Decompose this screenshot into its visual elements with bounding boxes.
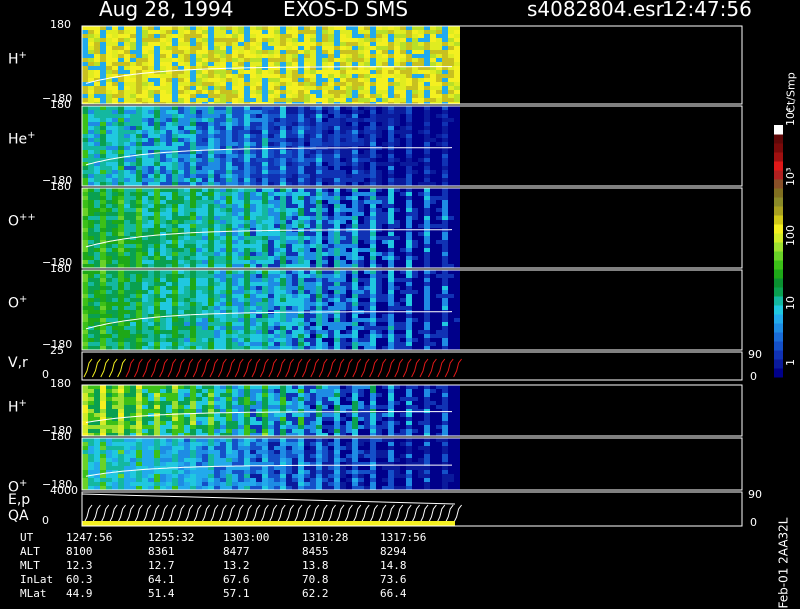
panel-7-right-bottom: 0	[750, 516, 757, 529]
ephemeris-InLat-4: 73.6	[380, 573, 407, 586]
ephemeris-MLat-3: 62.2	[302, 587, 329, 600]
colorbar-swatch-7	[774, 305, 783, 315]
spectrogram-3-cells	[82, 270, 460, 350]
colorbar-swatch-26	[774, 134, 783, 144]
ephemeris-ALT-4: 8294	[380, 545, 407, 558]
colorbar-swatch-21	[774, 179, 783, 189]
ephemeris-MLat-2: 57.1	[223, 587, 250, 600]
colorbar-swatch-2	[774, 350, 783, 360]
ephemeris-ALT-0: 8100	[66, 545, 93, 558]
colorbar-swatch-12	[774, 260, 783, 270]
colorbar-swatch-14	[774, 242, 783, 252]
ephemeris-UT-1: 1255:32	[148, 531, 194, 544]
panel-7-ytick-bottom: 0	[42, 514, 49, 527]
colorbar-swatch-15	[774, 233, 783, 243]
panel-label-7: E,p	[8, 492, 30, 508]
ephemeris-MLat-1: 51.4	[148, 587, 175, 600]
panel-4-ytick-bottom: 0	[42, 368, 49, 381]
panel-label-5: H+	[8, 398, 27, 416]
panel-label-1: He+	[8, 130, 36, 148]
ephemeris-MLT-2: 13.2	[223, 559, 250, 572]
ephemeris-label-MLat: MLat	[20, 587, 47, 600]
ephemeris-ALT-3: 8455	[302, 545, 329, 558]
spectrogram-2-cells	[82, 188, 460, 268]
ephemeris-MLat-4: 66.4	[380, 587, 407, 600]
spectrogram-0-cells	[82, 26, 460, 104]
ephemeris-InLat-0: 60.3	[66, 573, 93, 586]
colorbar-swatch-18	[774, 206, 783, 216]
ephemeris-InLat-3: 70.8	[302, 573, 329, 586]
panel-6-ytick-top: 180	[50, 430, 71, 443]
ephemeris-InLat-2: 67.6	[223, 573, 250, 586]
ephemeris-MLT-4: 14.8	[380, 559, 407, 572]
colorbar-swatch-1	[774, 359, 783, 369]
panel-label-4: V,r	[8, 355, 28, 371]
panel-label-3: O+	[8, 294, 27, 312]
ephemeris-UT-3: 1310:28	[302, 531, 348, 544]
ephemeris-InLat-1: 64.1	[148, 573, 175, 586]
colorbar-swatch-6	[774, 314, 783, 324]
ephemeris-UT-4: 1317:56	[380, 531, 426, 544]
colorbar-swatch-22	[774, 170, 783, 180]
panel-label-2: O++	[8, 212, 36, 230]
line-panel-7-marks	[84, 505, 462, 523]
colorbar-swatch-4	[774, 332, 783, 342]
colorbar-tick-4: 10⁴	[784, 108, 797, 126]
colorbar-swatch-5	[774, 323, 783, 333]
colorbar-swatch-16	[774, 224, 783, 234]
line-panel-4-marks	[84, 359, 462, 377]
ephemeris-UT-2: 1303:00	[223, 531, 269, 544]
panel-5-ytick-top: 180	[50, 377, 71, 390]
panel-2-ytick-top: 180	[50, 180, 71, 193]
colorbar-tick-3: 10³	[784, 168, 797, 186]
colorbar-swatch-27	[774, 125, 783, 135]
colorbar-swatch-8	[774, 296, 783, 306]
panel-7-right-top: 90	[748, 488, 762, 501]
colorbar-swatch-17	[774, 215, 783, 225]
ephemeris-ALT-2: 8477	[223, 545, 250, 558]
panel-3-ytick-top: 180	[50, 262, 71, 275]
colorbar-swatch-9	[774, 287, 783, 297]
colorbar-swatch-19	[774, 197, 783, 207]
energy-trace	[82, 494, 455, 504]
colorbar-swatch-23	[774, 161, 783, 171]
panel-4-right-bottom: 0	[750, 370, 757, 383]
panel-4-right-top: 90	[748, 348, 762, 361]
ephemeris-MLat-0: 44.9	[66, 587, 93, 600]
panel-4-ytick-top: 25	[50, 344, 64, 357]
spectrogram-6-cells	[82, 438, 460, 490]
panel-label-0: H+	[8, 50, 27, 68]
ephemeris-ALT-1: 8361	[148, 545, 175, 558]
ephemeris-MLT-1: 12.7	[148, 559, 175, 572]
ephemeris-label-UT: UT	[20, 531, 33, 544]
colorbar-swatch-11	[774, 269, 783, 279]
colorbar-unit-label: Ct/Smp	[785, 72, 797, 112]
colorbar-swatch-24	[774, 152, 783, 162]
panel-label-7-qa: QA	[8, 508, 29, 524]
colorbar-tick-2: 100	[784, 225, 797, 246]
ephemeris-UT-0: 1247:56	[66, 531, 112, 544]
panel-1-ytick-top: 180	[50, 98, 71, 111]
spectrogram-figure	[0, 0, 800, 600]
colorbar-swatch-25	[774, 143, 783, 153]
colorbar-tick-0: 1	[784, 359, 797, 366]
colorbar-swatch-3	[774, 341, 783, 351]
footer-vertical: Feb-01 2AA32L	[760, 528, 800, 598]
spectrogram-1-cells	[82, 106, 460, 186]
panel-0-ytick-top: 180	[50, 18, 71, 31]
ephemeris-label-InLat: InLat	[20, 573, 53, 586]
colorbar-swatch-13	[774, 251, 783, 261]
panel-7-ytick-top: 4000	[50, 484, 78, 497]
colorbar-tick-1: 10	[784, 296, 797, 310]
ephemeris-label-MLT: MLT	[20, 559, 40, 572]
ephemeris-MLT-0: 12.3	[66, 559, 93, 572]
colorbar-swatch-0	[774, 368, 783, 378]
qa-bar	[82, 521, 455, 526]
colorbar-swatch-10	[774, 278, 783, 288]
ephemeris-MLT-3: 13.8	[302, 559, 329, 572]
ephemeris-label-ALT: ALT	[20, 545, 40, 558]
spectrogram-5-cells	[82, 385, 460, 436]
colorbar-swatch-20	[774, 188, 783, 198]
